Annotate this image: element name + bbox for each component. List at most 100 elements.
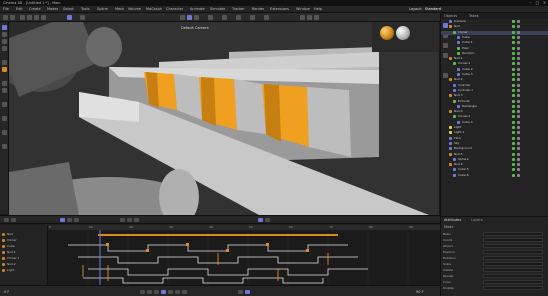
tree-row[interactable]: Null.3 — [441, 94, 548, 98]
tree-row[interactable]: Background — [441, 147, 548, 151]
motion-mode-icon[interactable] — [74, 218, 79, 222]
visibility-check-icon[interactable] — [512, 57, 515, 61]
white-material-swatch[interactable] — [396, 26, 410, 40]
visibility-check-icon[interactable] — [512, 152, 515, 156]
render-dot-icon[interactable] — [517, 83, 520, 87]
visibility-check-icon[interactable] — [512, 104, 515, 108]
layout-dropdown[interactable]: Standard — [425, 7, 441, 11]
attribute-field[interactable] — [483, 238, 543, 242]
light-icon[interactable] — [264, 15, 269, 20]
render-dot-icon[interactable] — [517, 78, 520, 82]
redo-icon[interactable] — [10, 15, 15, 20]
fcurve-mode-icon[interactable] — [67, 218, 72, 222]
visibility-check-icon[interactable] — [512, 78, 515, 82]
menu-mesh[interactable]: Mesh — [115, 7, 124, 11]
timeline-track[interactable]: Light — [1, 268, 47, 273]
linear-icon[interactable] — [127, 218, 132, 222]
visibility-check-icon[interactable] — [512, 83, 515, 87]
render-dot-icon[interactable] — [517, 30, 520, 34]
attribute-field[interactable] — [483, 256, 543, 260]
attribute-field[interactable] — [483, 244, 543, 248]
tab-objects[interactable]: Objects — [444, 14, 457, 18]
tab-takes[interactable]: Takes — [469, 14, 479, 18]
end-frame[interactable]: 90 F — [416, 290, 424, 294]
maximize-icon[interactable]: □ — [535, 1, 540, 5]
menu-file[interactable]: File — [3, 7, 9, 11]
render-dot-icon[interactable] — [517, 173, 520, 177]
current-frame[interactable]: 0 F — [4, 290, 9, 294]
close-icon[interactable]: × — [542, 1, 547, 5]
render-dot-icon[interactable] — [517, 67, 520, 71]
render-dot-icon[interactable] — [517, 136, 520, 140]
tree-row[interactable]: Floor — [441, 136, 548, 141]
render-dot-icon[interactable] — [517, 25, 520, 29]
menu-spline[interactable]: Spline — [97, 7, 108, 11]
visibility-check-icon[interactable] — [512, 51, 515, 55]
visibility-check-icon[interactable] — [512, 88, 515, 92]
timeline-view-icon[interactable] — [11, 218, 16, 222]
mode-menu[interactable]: Mode — [444, 225, 454, 229]
attribute-field[interactable] — [483, 274, 543, 278]
rotate-icon[interactable] — [41, 15, 46, 20]
render-dot-icon[interactable] — [517, 126, 520, 129]
render-dot-icon[interactable] — [517, 35, 520, 39]
render-dot-icon[interactable] — [517, 147, 520, 151]
menu-mograph[interactable]: MoGraph — [146, 7, 162, 11]
tree-row[interactable]: Light.1 — [441, 131, 548, 135]
snap-icon[interactable] — [2, 81, 7, 86]
orange-material-swatch[interactable] — [380, 26, 394, 40]
render-dot-icon[interactable] — [517, 131, 520, 135]
keyframe-mode-icon[interactable] — [60, 218, 65, 222]
tree-row[interactable]: Cube.2 — [441, 67, 548, 72]
visibility-check-icon[interactable] — [512, 99, 515, 103]
visibility-check-icon[interactable] — [512, 94, 515, 98]
autokeying-icon[interactable] — [245, 290, 250, 294]
tree-row[interactable]: Null.2 — [441, 78, 548, 82]
menu-render[interactable]: Render — [252, 7, 264, 11]
visibility-check-icon[interactable] — [512, 35, 515, 39]
record-icon[interactable] — [258, 218, 263, 222]
render-dot-icon[interactable] — [517, 152, 520, 156]
tree-row[interactable]: Extrude — [441, 99, 548, 104]
play-icon[interactable] — [161, 290, 166, 294]
render-dot-icon[interactable] — [517, 94, 520, 98]
next-frame-icon[interactable] — [168, 290, 173, 294]
attribute-field[interactable] — [483, 286, 543, 290]
render-dot-icon[interactable] — [517, 62, 520, 66]
visibility-check-icon[interactable] — [512, 120, 515, 124]
tree-row[interactable]: Cube — [441, 35, 548, 40]
menu-help[interactable]: Help — [314, 7, 322, 11]
render-dot-icon[interactable] — [517, 157, 520, 161]
cube-icon[interactable] — [180, 15, 185, 20]
render-view-icon[interactable] — [300, 15, 305, 20]
visibility-check-icon[interactable] — [512, 73, 515, 76]
timeline-menu-icon[interactable] — [4, 218, 9, 222]
timeline-track[interactable]: Null — [1, 232, 47, 237]
menu-character[interactable]: Character — [166, 7, 183, 11]
ease-icon[interactable] — [134, 218, 139, 222]
texture-mode-icon[interactable] — [2, 60, 7, 65]
render-picture-icon[interactable] — [307, 15, 312, 20]
autokey-icon[interactable] — [265, 218, 270, 222]
tree-row[interactable]: Cylinder — [441, 83, 548, 88]
previous-key-icon[interactable] — [147, 290, 152, 294]
visibility-check-icon[interactable] — [512, 46, 515, 50]
visibility-check-icon[interactable] — [512, 110, 515, 114]
camera-icon[interactable] — [250, 15, 255, 20]
menu-animate[interactable]: Animate — [190, 7, 205, 11]
visibility-check-icon[interactable] — [512, 30, 515, 34]
points-mode-icon[interactable] — [2, 32, 7, 37]
render-dot-icon[interactable] — [517, 41, 520, 45]
axis-mode-icon[interactable] — [2, 67, 7, 72]
attribute-field[interactable] — [483, 232, 543, 236]
undo-icon[interactable] — [3, 15, 8, 20]
visibility-check-icon[interactable] — [512, 173, 515, 177]
render-dot-icon[interactable] — [517, 163, 520, 167]
menu-create[interactable]: Create — [29, 7, 41, 11]
menu-modes[interactable]: Modes — [47, 7, 58, 11]
render-settings-icon[interactable] — [314, 15, 319, 20]
minimize-icon[interactable]: – — [528, 1, 533, 5]
brush-icon[interactable] — [2, 116, 7, 121]
menu-tracker[interactable]: Tracker — [232, 7, 245, 11]
render-dot-icon[interactable] — [517, 88, 520, 92]
